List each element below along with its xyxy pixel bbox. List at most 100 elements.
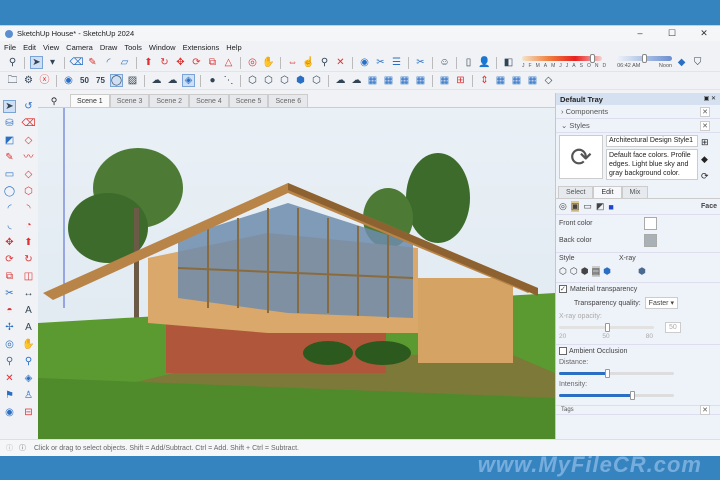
update-style-icon[interactable]: ◆ [701, 154, 709, 165]
dropdown-icon[interactable]: ▾ [46, 56, 59, 69]
cloud-sync-icon[interactable]: ☁ [334, 74, 347, 87]
rotate-icon[interactable]: ⟳ [190, 56, 203, 69]
menu-extensions[interactable]: Extensions [183, 43, 220, 52]
tag-tool-icon[interactable]: ◇ [22, 134, 35, 147]
tab-scene-2[interactable]: Scene 2 [149, 94, 190, 107]
offset-icon[interactable]: △ [222, 56, 235, 69]
open-folder-icon[interactable]: 🗀 [6, 74, 19, 87]
section-plane-icon[interactable]: ⇔ [286, 56, 299, 69]
shadow-date-slider[interactable]: JFMAMJJASOND [522, 54, 606, 69]
look-around-icon[interactable]: ◉ [3, 406, 16, 419]
intensity-slider[interactable] [559, 391, 674, 400]
text-icon[interactable]: A [22, 304, 35, 317]
paint-bucket-icon[interactable]: ⛁ [3, 117, 16, 130]
offset-icon[interactable]: ◫ [22, 270, 35, 283]
lod-75-icon[interactable]: 75 [94, 74, 107, 87]
zoom-icon[interactable]: ⚲ [6, 56, 19, 69]
section-plane-icon[interactable]: ⊟ [22, 406, 35, 419]
rect-icon[interactable]: ▭ [3, 168, 16, 181]
scale-icon[interactable]: ⧉ [3, 270, 16, 283]
position-camera-icon[interactable]: ⚑ [3, 389, 16, 402]
sandbox-icon-1[interactable]: ▦ [494, 74, 507, 87]
arc3-icon[interactable]: ◟ [3, 219, 16, 232]
tags-section[interactable]: Tags ✕ [556, 405, 720, 415]
sandbox-flip-edge-icon[interactable]: ⇕ [478, 74, 491, 87]
monochrome-icon[interactable]: ⬢ [603, 266, 611, 277]
push-pull-icon[interactable]: ⬆ [142, 56, 155, 69]
rectangle-icon[interactable]: ▱ [118, 56, 131, 69]
rotated-rect-icon[interactable]: ◇ [22, 168, 35, 181]
extension-manager-icon[interactable]: ✂ [414, 56, 427, 69]
sandbox-smoove-icon[interactable]: ▦ [398, 74, 411, 87]
point-icon[interactable]: ● [206, 74, 219, 87]
tab-scene-1[interactable]: Scene 1 [70, 94, 110, 107]
solid-split-icon[interactable]: ⬢ [294, 74, 307, 87]
back-color-swatch[interactable] [644, 234, 657, 247]
trimble-connect-icon[interactable]: ◈ [182, 74, 195, 87]
preview-icon[interactable]: ◉ [62, 74, 75, 87]
sandbox-drape-icon[interactable]: ▦ [438, 74, 451, 87]
line-tool-icon[interactable]: ✎ [3, 151, 16, 164]
sandbox-icon-3[interactable]: ▦ [526, 74, 539, 87]
orbit-icon[interactable]: ◎ [246, 56, 259, 69]
eraser-icon[interactable]: ⌫ [69, 56, 83, 69]
shaded-icon[interactable]: ⬢ [581, 266, 589, 277]
tab-scene-6[interactable]: Scene 6 [268, 94, 309, 107]
gear-icon[interactable]: ⚙ [22, 74, 35, 87]
move-icon[interactable]: ✥ [174, 56, 187, 69]
solid-subtract-icon[interactable]: ⬡ [310, 74, 323, 87]
pushpull-icon[interactable]: ⬆ [22, 236, 35, 249]
ambient-occlusion-checkbox[interactable] [559, 347, 567, 355]
sandbox-icon-4[interactable]: ◇ [542, 74, 555, 87]
pie-icon[interactable]: ◔ [22, 219, 35, 232]
house-model-render[interactable] [38, 108, 555, 439]
style-thumbnail[interactable]: ⟳ [559, 135, 603, 179]
fog-icon[interactable]: ◆ [675, 56, 688, 69]
face-settings-icon[interactable]: ▣ [570, 201, 580, 212]
menu-draw[interactable]: Draw [100, 43, 118, 52]
zoom-window-icon[interactable]: ⚲ [22, 355, 35, 368]
eraser-icon[interactable]: ⌫ [21, 117, 35, 130]
menu-window[interactable]: Window [149, 43, 176, 52]
components-section[interactable]: › Components ✕ [556, 105, 720, 119]
previous-view-icon[interactable]: ◈ [22, 372, 35, 385]
style-description-field[interactable]: Default face colors. Profile edges. Ligh… [606, 149, 698, 180]
orbit-icon[interactable]: ◎ [3, 338, 16, 351]
zoom-icon[interactable]: ⚲ [3, 355, 16, 368]
tab-select[interactable]: Select [558, 186, 594, 198]
edge-settings-icon[interactable]: ◎ [559, 201, 567, 212]
tab-scene-5[interactable]: Scene 5 [228, 94, 269, 107]
move-icon[interactable]: ✥ [3, 236, 16, 249]
menu-tools[interactable]: Tools [124, 43, 142, 52]
hidden-line-icon[interactable]: ⬡ [570, 266, 578, 277]
cloud-icon[interactable]: ☁ [150, 74, 163, 87]
style-name-field[interactable]: Architectural Design Style1 [606, 135, 698, 147]
arc2-icon[interactable]: ◝ [22, 202, 35, 215]
scale-icon[interactable]: ⧉ [206, 56, 219, 69]
3d-text-icon[interactable]: A [22, 321, 35, 334]
pan-icon[interactable]: ✋ [262, 56, 275, 69]
pencil-icon[interactable]: ✎ [86, 56, 99, 69]
xray-opacity-field[interactable]: 50 [665, 322, 681, 333]
circle-icon[interactable]: ◯ [3, 185, 16, 198]
front-color-swatch[interactable] [644, 217, 657, 230]
solid-union-icon[interactable]: ⬡ [246, 74, 259, 87]
transparency-quality-select[interactable]: Faster ▾ [644, 297, 678, 309]
lasso-icon[interactable]: ↺ [22, 100, 35, 113]
cloud-refresh-icon[interactable]: ☁ [350, 74, 363, 87]
minimize-button[interactable]: – [624, 28, 656, 39]
material-transparency-checkbox[interactable]: ✓ [559, 285, 567, 293]
watermark-settings-icon[interactable]: ◩ [596, 201, 605, 212]
tape-measure-icon[interactable]: ✂ [3, 287, 16, 300]
zoom-extents-icon[interactable]: ✕ [3, 372, 16, 385]
refresh-icon[interactable]: ⟳ [701, 171, 709, 182]
geo-location-icon[interactable]: ⓘ [6, 443, 13, 453]
select-icon[interactable]: ➤ [3, 100, 16, 113]
cancel-icon[interactable]: ⓧ [38, 74, 51, 87]
lod-50-icon[interactable]: 50 [78, 74, 91, 87]
distance-slider[interactable] [559, 369, 674, 378]
shield-icon[interactable]: ⛉ [691, 56, 704, 69]
hatch-icon[interactable]: ▨ [126, 74, 139, 87]
tab-scene-4[interactable]: Scene 4 [189, 94, 229, 107]
cloud-upload-icon[interactable]: ☁ [166, 74, 179, 87]
